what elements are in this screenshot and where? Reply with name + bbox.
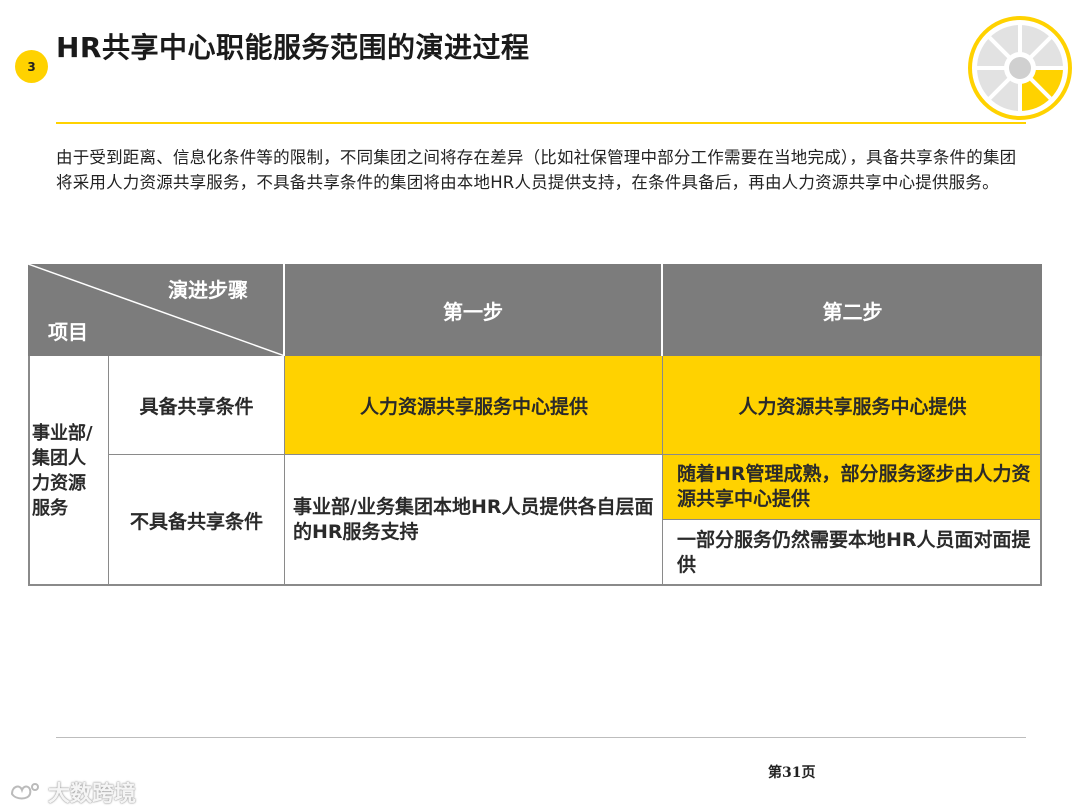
header-corner-cell: 演进步骤 项目: [28, 264, 285, 356]
row2-label: 不具备共享条件: [129, 510, 263, 533]
table-border-left: [28, 356, 30, 586]
col-divider-group: [108, 356, 109, 586]
row2-step2b-cell: 一部分服务仍然需要本地HR人员面对面提供: [677, 528, 1031, 576]
row1-step2-cell: 人力资源共享服务中心提供: [663, 356, 1042, 454]
row-group-label: 事业部/集团人力资源服务: [32, 423, 93, 519]
col-divider-steps: [662, 356, 663, 586]
watermark-logo-icon: [10, 783, 39, 800]
header-step1: 第一步: [285, 264, 663, 356]
row2-step1-cell: 事业部/业务集团本地HR人员提供各自层面的HR服务支持: [293, 496, 654, 543]
evolution-table: 演进步骤 项目 第一步 第二步 事业部/集团人力资源服务 具备共享条件 人力资源…: [28, 264, 1042, 586]
title-underline: [56, 122, 1026, 124]
watermark: 大数跨境: [8, 776, 136, 808]
header-items-label: 项目: [48, 320, 88, 344]
row2-step2a-cell: 随着HR管理成熟，部分服务逐步由人力资源共享中心提供: [663, 454, 1042, 519]
row-divider-sub: [663, 519, 1042, 520]
table-border-bottom: [28, 584, 1042, 586]
section-number-badge: 3: [15, 50, 48, 83]
watermark-text: 大数跨境: [48, 782, 137, 807]
col-divider-label: [284, 356, 285, 586]
intro-paragraph: 由于受到距离、信息化条件等的限制，不同集团之间将存在差异（比如社保管理中部分工作…: [56, 148, 1017, 192]
row-divider: [108, 454, 1042, 455]
row1-label: 具备共享条件: [139, 395, 254, 418]
row1-step1-cell: 人力资源共享服务中心提供: [285, 356, 663, 454]
page-number: 第31页: [768, 765, 816, 781]
table-border-right: [1040, 356, 1042, 586]
header-step2: 第二步: [663, 264, 1042, 356]
slide-title: HR共享中心职能服务范围的演进过程: [56, 31, 530, 64]
wheel-logo-icon: [968, 16, 1072, 120]
header-steps-label: 演进步骤: [168, 278, 248, 302]
footer-rule: [56, 737, 1026, 738]
